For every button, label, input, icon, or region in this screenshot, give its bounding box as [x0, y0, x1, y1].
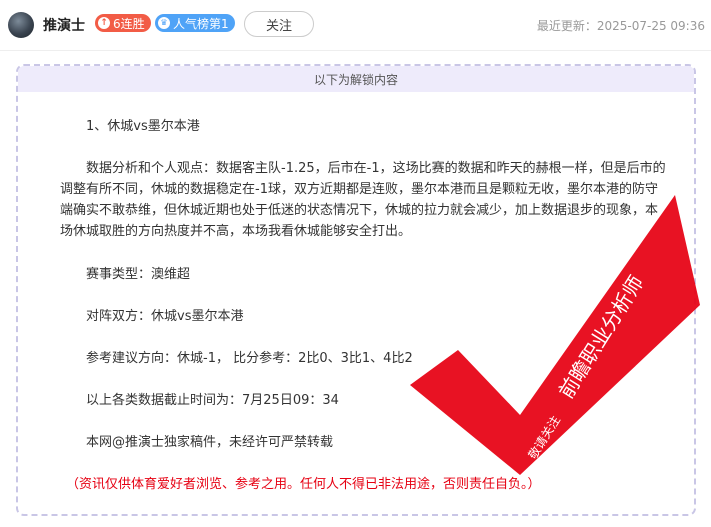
- avatar[interactable]: [8, 12, 34, 38]
- arrow-up-icon: ↑: [98, 17, 110, 29]
- author-header: 推演士 ↑ 6连胜 ♛ 人气榜第1 关注 最近更新：2025-07-25 09:…: [0, 0, 711, 51]
- crown-icon: ♛: [158, 17, 170, 29]
- unlocked-content-card: 以下为解锁内容 1、休城vs墨尔本港 数据分析和个人观点：数据客主队-1.25，…: [16, 64, 696, 516]
- streak-badge: ↑ 6连胜: [95, 14, 151, 32]
- popularity-badge-label: 人气榜第1: [173, 16, 229, 31]
- teams: 对阵双方：休城vs墨尔本港: [86, 309, 244, 324]
- last-update: 最近更新：2025-07-25 09:36: [536, 19, 705, 33]
- match-type: 赛事类型：澳维超: [86, 267, 191, 282]
- streak-badge-label: 6连胜: [113, 16, 145, 31]
- follow-button[interactable]: 关注: [244, 11, 314, 37]
- suggestion: 参考建议方向：休城-1， 比分参考：2比0、3比1、4比2: [86, 351, 413, 366]
- disclaimer: （资讯仅供体育爱好者浏览、参考之用。任何人不得已非法用途，否则责任自负。）: [66, 477, 541, 492]
- copyright-notice: 本网@推演士独家稿件，未经许可严禁转载: [86, 435, 334, 450]
- analysis-paragraph: 数据分析和个人观点：数据客主队-1.25，后市在-1，这场比赛的数据和昨天的赫根…: [60, 161, 666, 239]
- popularity-badge: ♛ 人气榜第1: [155, 14, 235, 32]
- match-title: 1、休城vs墨尔本港: [86, 119, 200, 134]
- data-deadline: 以上各类数据截止时间为：7月25日09：34: [86, 393, 339, 408]
- author-name[interactable]: 推演士: [43, 15, 85, 35]
- unlocked-content-header: 以下为解锁内容: [18, 66, 694, 92]
